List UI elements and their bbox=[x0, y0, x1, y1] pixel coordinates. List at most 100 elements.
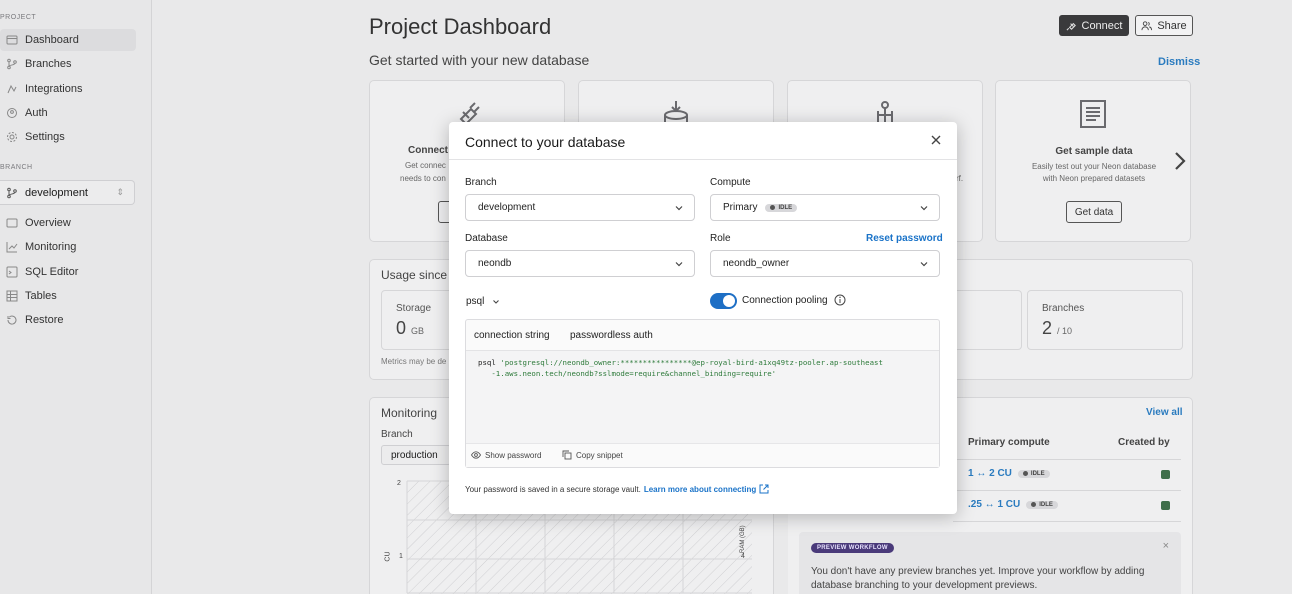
divider bbox=[953, 490, 1181, 491]
role-select-value: neondb_owner bbox=[723, 258, 790, 269]
sidebar-item-label: Overview bbox=[25, 217, 71, 229]
dashboard-icon bbox=[5, 34, 18, 47]
monitoring-branch-select[interactable]: production bbox=[381, 445, 451, 465]
connection-pooling-toggle[interactable] bbox=[710, 293, 737, 309]
y-axis-right-label: RAM (GB) bbox=[740, 525, 746, 553]
close-icon[interactable]: × bbox=[1163, 540, 1169, 552]
branch-selector[interactable]: development ⇕ bbox=[0, 180, 135, 205]
tab-passwordless-auth[interactable]: passwordless auth bbox=[570, 320, 653, 351]
sidebar-item-settings[interactable]: Settings bbox=[0, 126, 136, 148]
stat-value: 0 GB bbox=[396, 318, 425, 338]
copy-icon bbox=[562, 450, 572, 460]
preview-workflow-text: You don't have any preview branches yet.… bbox=[811, 566, 1145, 591]
tables-icon bbox=[5, 290, 18, 303]
monitoring-title: Monitoring bbox=[381, 406, 438, 420]
table-row[interactable]: .25 ↔ 1 CU IDLE bbox=[968, 499, 1058, 510]
compute-select[interactable]: Primary IDLE bbox=[710, 194, 940, 221]
sidebar-item-restore[interactable]: Restore bbox=[0, 309, 136, 331]
document-icon bbox=[1080, 100, 1106, 128]
branches-stat: Branches 2 / 10 bbox=[1027, 290, 1183, 350]
integrations-icon bbox=[5, 83, 18, 96]
chevron-down-icon bbox=[920, 262, 928, 267]
share-button-label: Share bbox=[1157, 19, 1187, 32]
stat-value: 2 / 10 bbox=[1042, 318, 1073, 338]
monitoring-branch-label: Branch bbox=[381, 429, 413, 440]
modal-title: Connect to your database bbox=[465, 134, 626, 150]
monitoring-icon bbox=[5, 241, 18, 254]
y-axis-label: CU bbox=[384, 551, 392, 562]
divider bbox=[953, 521, 1181, 522]
sidebar-item-label: Branches bbox=[25, 58, 72, 70]
sidebar: PROJECT Dashboard Branches Integrations … bbox=[0, 0, 152, 594]
code-footer: Show password Copy snippet bbox=[466, 443, 939, 467]
sidebar-item-label: Auth bbox=[25, 107, 48, 119]
sidebar-item-label: Tables bbox=[25, 290, 57, 302]
sidebar-item-label: Restore bbox=[25, 314, 64, 326]
sidebar-item-label: Dashboard bbox=[25, 34, 79, 46]
database-select[interactable]: neondb bbox=[465, 250, 695, 277]
y-tick-right: 4 bbox=[741, 553, 745, 560]
project-section-label: PROJECT bbox=[0, 14, 37, 21]
learn-more-link[interactable]: Learn more about connecting bbox=[644, 485, 756, 494]
gear-icon bbox=[5, 131, 18, 144]
dismiss-link[interactable]: Dismiss bbox=[1158, 56, 1200, 68]
card-desc: Easily test out your Neon database bbox=[1031, 162, 1157, 171]
share-button[interactable]: Share bbox=[1135, 15, 1193, 36]
show-password-label: Show password bbox=[485, 450, 542, 460]
compute-select-value: Primary bbox=[723, 202, 758, 213]
chevron-down-icon bbox=[675, 262, 683, 267]
avatar bbox=[1161, 501, 1170, 510]
card-desc: needs to con bbox=[400, 174, 446, 183]
stat-name: Storage bbox=[396, 303, 432, 314]
sidebar-item-integrations[interactable]: Integrations bbox=[0, 78, 136, 100]
overview-icon bbox=[5, 217, 18, 230]
preview-workflow-badge: PREVIEW WORKFLOW bbox=[811, 543, 894, 553]
sidebar-item-tables[interactable]: Tables bbox=[0, 285, 136, 307]
info-icon[interactable] bbox=[834, 294, 846, 306]
reset-password-link[interactable]: Reset password bbox=[866, 233, 943, 244]
chevron-updown-icon: ⇕ bbox=[116, 187, 124, 197]
card-title: Get sample data bbox=[1055, 146, 1133, 157]
branch-section-label: BRANCH bbox=[0, 164, 33, 171]
external-link-icon[interactable] bbox=[759, 484, 769, 494]
card-desc: with Neon prepared datasets bbox=[1042, 174, 1146, 183]
connect-modal: Connect to your database Branch developm… bbox=[449, 122, 957, 514]
close-icon[interactable] bbox=[929, 133, 943, 147]
usage-note: Metrics may be de bbox=[381, 357, 447, 366]
card-title: Connect bbox=[408, 145, 448, 156]
restore-icon bbox=[5, 314, 18, 327]
sidebar-item-overview[interactable]: Overview bbox=[0, 212, 136, 234]
view-all-link[interactable]: View all bbox=[1146, 407, 1183, 418]
compute-range: 1 ↔ 2 CU bbox=[968, 468, 1012, 479]
status-badge: IDLE bbox=[1017, 469, 1050, 478]
sidebar-item-dashboard[interactable]: Dashboard bbox=[0, 29, 136, 51]
code-block[interactable]: psql 'postgresql://neondb_owner:********… bbox=[466, 351, 939, 443]
toggle-knob bbox=[723, 295, 735, 307]
status-badge: IDLE bbox=[1026, 500, 1058, 509]
sidebar-item-branches[interactable]: Branches bbox=[0, 53, 136, 75]
show-password-button[interactable]: Show password bbox=[471, 450, 541, 460]
branch-icon bbox=[6, 187, 18, 199]
tab-connection-string[interactable]: connection string bbox=[474, 320, 550, 351]
card-desc: rf. bbox=[956, 174, 964, 183]
sidebar-item-monitoring[interactable]: Monitoring bbox=[0, 236, 136, 258]
get-data-button[interactable]: Get data bbox=[1066, 201, 1122, 223]
client-select[interactable]: psql bbox=[466, 296, 500, 307]
vault-text: Your password is saved in a secure stora… bbox=[465, 484, 641, 494]
stat-name: Branches bbox=[1042, 303, 1085, 314]
avatar bbox=[1161, 470, 1170, 479]
divider bbox=[953, 459, 1181, 460]
usage-title: Usage since bbox=[381, 268, 448, 282]
chevron-right-icon[interactable] bbox=[1173, 151, 1187, 171]
table-row[interactable]: 1 ↔ 2 CU IDLE bbox=[968, 468, 1050, 479]
sidebar-item-auth[interactable]: Auth bbox=[0, 102, 136, 124]
status-badge: IDLE bbox=[765, 203, 798, 212]
card-desc: Get connec bbox=[405, 161, 446, 170]
chevron-down-icon bbox=[675, 206, 683, 211]
copy-snippet-button[interactable]: Copy snippet bbox=[562, 450, 623, 460]
sidebar-item-label: Settings bbox=[25, 131, 65, 143]
branch-select[interactable]: development bbox=[465, 194, 695, 221]
role-select[interactable]: neondb_owner bbox=[710, 250, 940, 277]
sidebar-item-sql-editor[interactable]: SQL Editor bbox=[0, 261, 136, 283]
connect-button[interactable]: Connect bbox=[1059, 15, 1129, 36]
